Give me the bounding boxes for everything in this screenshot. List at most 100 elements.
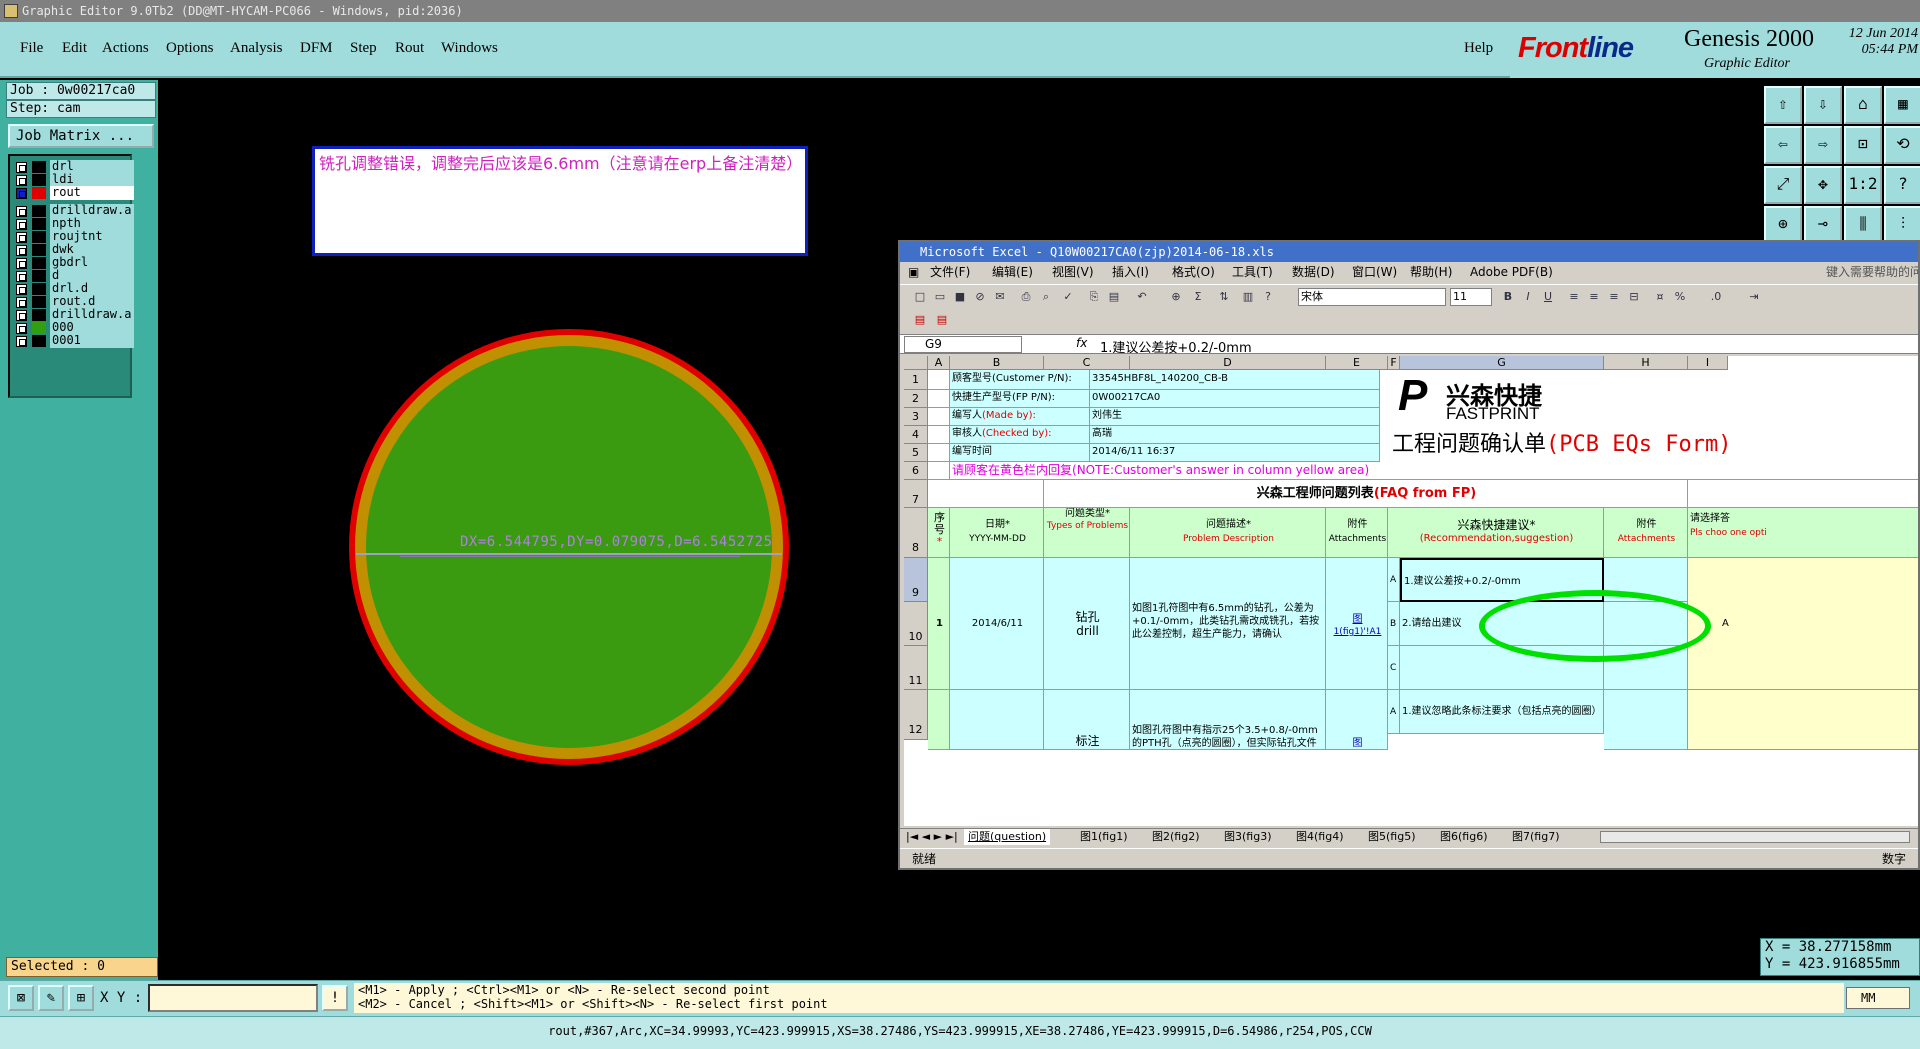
snap-icon[interactable]: ⊕	[1764, 206, 1802, 244]
cell-a6[interactable]	[928, 462, 950, 480]
underline-icon[interactable]: U	[1540, 289, 1556, 305]
layer-checkbox[interactable]	[16, 297, 27, 308]
hdr-desc[interactable]: 问题描述* Problem Description	[1130, 508, 1326, 558]
hdr-seq[interactable]: 序号 *	[928, 508, 950, 558]
layer-row-13[interactable]: 0001	[12, 334, 134, 348]
draw-icon[interactable]: ✎	[38, 985, 64, 1011]
row-7[interactable]: 7	[904, 480, 928, 508]
layer-color-swatch[interactable]	[32, 205, 46, 217]
cell-c4[interactable]: 高瑞	[1090, 426, 1380, 444]
layer-checkbox[interactable]	[16, 284, 27, 295]
cell-c2[interactable]: 0W00217CA0	[1090, 390, 1380, 408]
layer-color-swatch[interactable]	[32, 283, 46, 295]
row-12[interactable]: 12	[904, 690, 928, 740]
menu-help[interactable]: Help	[1464, 40, 1493, 57]
layer-color-swatch[interactable]	[32, 296, 46, 308]
help-icon[interactable]: ?	[1884, 166, 1920, 204]
select-icon[interactable]: ⊠	[8, 985, 34, 1011]
cell-i7[interactable]	[1688, 480, 1918, 508]
cell-a2[interactable]	[928, 390, 950, 408]
font-name-select[interactable]: 宋体	[1298, 288, 1446, 306]
col-a[interactable]: A	[928, 356, 950, 370]
home-icon[interactable]: ⌂	[1844, 86, 1882, 124]
layer-checkbox[interactable]	[16, 188, 27, 199]
layer-color-swatch[interactable]	[32, 335, 46, 347]
hdr-suggest[interactable]: 兴森快捷建议* (Recommendation,suggestion)	[1388, 508, 1604, 558]
horizontal-scrollbar[interactable]	[1600, 831, 1910, 843]
cell-a3[interactable]	[928, 408, 950, 426]
row-11[interactable]: 11	[904, 646, 928, 690]
tab-question[interactable]: 问题(question)	[964, 829, 1051, 845]
item1-answer[interactable]: A	[1688, 558, 1918, 690]
net-icon[interactable]: ⫶	[1884, 206, 1920, 244]
item2-seq[interactable]	[928, 690, 950, 750]
excel-menu-pdf[interactable]: Adobe PDF(B)	[1470, 262, 1553, 282]
zoom-home-icon[interactable]: ⇧	[1764, 86, 1802, 124]
layer-checkbox[interactable]	[16, 175, 27, 186]
grid-icon[interactable]: ▦	[1884, 86, 1920, 124]
layer-row-2[interactable]: rout	[12, 186, 134, 200]
item2-answer[interactable]	[1688, 690, 1918, 750]
percent-icon[interactable]: %	[1672, 289, 1688, 305]
layer-toggle-icon[interactable]: ⫼	[1844, 206, 1882, 244]
save-icon[interactable]: ■	[952, 289, 968, 305]
tab-fig7[interactable]: 图7(fig7)	[1512, 829, 1560, 845]
menu-file[interactable]: File	[20, 40, 43, 57]
item1-type[interactable]: 钻孔 drill	[1044, 558, 1130, 690]
menu-options[interactable]: Options	[166, 40, 214, 57]
paste-icon[interactable]: ▤	[1106, 289, 1122, 305]
layer-checkbox[interactable]	[16, 162, 27, 173]
excel-menu-data[interactable]: 数据(D)	[1292, 262, 1335, 282]
col-b[interactable]: B	[950, 356, 1044, 370]
hdr-date[interactable]: 日期* YYYY-MM-DD	[950, 508, 1044, 558]
col-c[interactable]: C	[1044, 356, 1130, 370]
item1-desc[interactable]: 如图1孔符图中有6.5mm的钻孔，公差为+0.1/-0mm，此类钻孔需改成铣孔，…	[1130, 558, 1326, 690]
hdr-attach2[interactable]: 附件 Attachments	[1604, 508, 1688, 558]
layer-checkbox[interactable]	[16, 219, 27, 230]
layer-color-swatch[interactable]	[32, 161, 46, 173]
tab-fig6[interactable]: 图6(fig6)	[1440, 829, 1488, 845]
excel-help-prompt[interactable]: 键入需要帮助的问	[1826, 262, 1918, 282]
cell-b4[interactable]: 审核人(Checked by):	[950, 426, 1090, 444]
row-9[interactable]: 9	[904, 558, 928, 602]
formula-input[interactable]: 1.建议公差按+0.2/-0mm	[1100, 337, 1252, 356]
name-box[interactable]: G9	[904, 336, 1022, 353]
col-h[interactable]: H	[1604, 356, 1688, 370]
indent-icon[interactable]: ⇥	[1746, 289, 1762, 305]
tab-fig2[interactable]: 图2(fig2)	[1152, 829, 1200, 845]
cell-a1[interactable]	[928, 370, 950, 390]
cell-c7[interactable]: 兴森工程师问题列表(FAQ from FP)	[1044, 480, 1688, 508]
row-5[interactable]: 5	[904, 444, 928, 462]
excel-menu-help[interactable]: 帮助(H)	[1410, 262, 1452, 282]
fx-icon[interactable]: fx	[1076, 336, 1087, 350]
layer-color-swatch[interactable]	[32, 218, 46, 230]
info-icon[interactable]: !	[322, 985, 348, 1011]
pdf-mail-icon[interactable]: ▤	[934, 312, 950, 328]
hdr-attach[interactable]: 附件 Attachments	[1326, 508, 1388, 558]
menu-actions[interactable]: Actions	[102, 40, 149, 57]
cell-b3[interactable]: 编写人(Made by):	[950, 408, 1090, 426]
excel-menu-edit[interactable]: 编辑(E)	[992, 262, 1033, 282]
preview-icon[interactable]: ⌕	[1038, 289, 1054, 305]
layer-checkbox[interactable]	[16, 258, 27, 269]
layer-color-swatch[interactable]	[32, 187, 46, 199]
excel-menu-view[interactable]: 视图(V)	[1052, 262, 1094, 282]
layer-color-swatch[interactable]	[32, 309, 46, 321]
excel-menu-format[interactable]: 格式(O)	[1172, 262, 1215, 282]
grid-snap-icon[interactable]: ⊞	[68, 985, 94, 1011]
col-i[interactable]: I	[1688, 356, 1728, 370]
row-8[interactable]: 8	[904, 508, 928, 558]
item2-desc[interactable]: 如图孔符图中有指示25个3.5+0.8/-0mm的PTH孔（点亮的圆圈），但实际…	[1130, 690, 1326, 750]
row-4[interactable]: 4	[904, 426, 928, 444]
item1-opt-b[interactable]: B	[1388, 602, 1400, 646]
xy-input[interactable]	[148, 984, 318, 1012]
pan-right-icon[interactable]: ⇨	[1804, 126, 1842, 164]
cell-g12[interactable]: 1.建议忽略此条标注要求（包括点亮的圆圈）	[1400, 690, 1604, 734]
layer-color-swatch[interactable]	[32, 244, 46, 256]
item2-opt-a[interactable]: A	[1388, 690, 1400, 734]
layer-checkbox[interactable]	[16, 206, 27, 217]
item2-attach-link[interactable]: 图	[1326, 690, 1388, 750]
align-left-icon[interactable]: ≡	[1566, 289, 1582, 305]
cell-a5[interactable]	[928, 444, 950, 462]
menu-step[interactable]: Step	[350, 40, 377, 57]
